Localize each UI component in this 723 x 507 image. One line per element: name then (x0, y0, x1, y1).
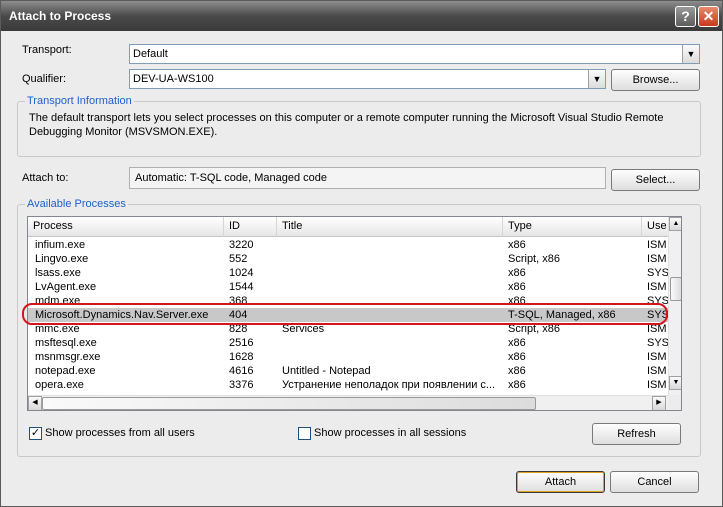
cell-title: Устранение неполадок при появлении с... (282, 379, 496, 391)
refresh-button[interactable]: Refresh (592, 423, 681, 445)
cancel-button[interactable]: Cancel (610, 471, 699, 493)
transport-label: Transport: (22, 44, 72, 56)
cell-process: LvAgent.exe (35, 281, 97, 293)
table-row[interactable]: LvAgent.exe 1544 x86 ISM (28, 280, 668, 294)
attach-to-field: Automatic: T-SQL code, Managed code (129, 167, 606, 189)
column-header-user[interactable]: Use (642, 217, 668, 237)
cell-process: msnmsgr.exe (35, 351, 101, 363)
cell-id: 552 (229, 253, 248, 265)
table-row[interactable]: lsass.exe 1024 x86 SYS (28, 266, 668, 280)
cell-process: Lingvo.exe (35, 253, 89, 265)
transport-info-text: The default transport lets you select pr… (29, 112, 664, 138)
cell-type: x86 (508, 365, 526, 377)
attach-to-value: Automatic: T-SQL code, Managed code (135, 172, 328, 184)
list-header: Process ID Title Type Use (28, 217, 668, 237)
table-row[interactable]: msftesql.exe 2516 x86 SYS (28, 336, 668, 350)
scroll-left-icon[interactable]: ◀ (28, 396, 42, 410)
cell-process: opera.exe (35, 379, 84, 391)
table-row[interactable]: opera.exe 3376 Устранение неполадок при по… (28, 378, 668, 392)
cell-id: 1024 (229, 267, 254, 279)
chevron-down-icon[interactable]: ▼ (588, 70, 605, 88)
cell-id: 4616 (229, 365, 254, 377)
cell-type: x86 (508, 239, 526, 251)
cell-user: SYS (647, 267, 668, 279)
vertical-scrollbar[interactable]: ▲ ▼ (668, 217, 681, 395)
attach-to-process-dialog: Attach to Process ? ✕ Transport: Default… (0, 0, 723, 507)
cell-id: 1628 (229, 351, 254, 363)
attach-to-label: Attach to: (22, 172, 69, 184)
available-processes-title: Available Processes (25, 198, 128, 210)
scroll-down-icon[interactable]: ▼ (669, 376, 681, 390)
horizontal-scroll-thumb[interactable] (42, 397, 536, 410)
scroll-up-icon[interactable]: ▲ (669, 217, 681, 231)
cell-type: x86 (508, 379, 526, 391)
table-row[interactable]: infium.exe 3220 x86 ISM (28, 238, 668, 252)
scroll-right-icon[interactable]: ▶ (652, 396, 666, 410)
table-row[interactable]: notepad.exe 4616 Untitled - Notepad x86 ISM (28, 364, 668, 378)
scrollbar-corner (668, 395, 681, 410)
cell-id: 1544 (229, 281, 254, 293)
transport-info-title: Transport Information (25, 95, 134, 107)
cell-type: x86 (508, 267, 526, 279)
vertical-scroll-thumb[interactable] (670, 277, 681, 301)
cell-type: x86 (508, 351, 526, 363)
show-all-sessions-checkbox[interactable] (298, 427, 311, 440)
qualifier-value: DEV-UA-WS100 (133, 73, 214, 85)
qualifier-label: Qualifier: (22, 73, 67, 85)
column-header-type[interactable]: Type (503, 217, 642, 237)
column-header-process[interactable]: Process (28, 217, 224, 237)
cell-type: Script, x86 (508, 253, 560, 265)
column-header-title[interactable]: Title (277, 217, 503, 237)
cell-process: lsass.exe (35, 267, 81, 279)
close-button[interactable]: ✕ (698, 6, 719, 27)
cell-process: msftesql.exe (35, 337, 97, 349)
attach-button[interactable]: Attach (516, 471, 605, 493)
transport-dropdown[interactable]: Default ▼ (129, 44, 700, 64)
cell-user: ISM (647, 379, 667, 391)
show-all-users-checkbox[interactable]: ✓ (29, 427, 42, 440)
horizontal-scrollbar[interactable]: ◀ ▶ (28, 395, 668, 410)
cell-user: ISM (647, 351, 667, 363)
cell-user: ISM (647, 253, 667, 265)
dialog-title: Attach to Process (9, 9, 112, 23)
transport-value: Default (133, 48, 168, 60)
cell-title: Untitled - Notepad (282, 365, 371, 377)
cell-id: 3220 (229, 239, 254, 251)
selected-process-highlight (22, 303, 668, 325)
cell-type: x86 (508, 281, 526, 293)
cell-type: x86 (508, 337, 526, 349)
qualifier-dropdown[interactable]: DEV-UA-WS100 ▼ (129, 69, 606, 89)
cell-user: ISM (647, 239, 667, 251)
help-button[interactable]: ? (675, 6, 696, 27)
cell-id: 2516 (229, 337, 254, 349)
table-row[interactable]: Lingvo.exe 552 Script, x86 ISM (28, 252, 668, 266)
cell-user: ISM (647, 365, 667, 377)
column-header-id[interactable]: ID (224, 217, 277, 237)
show-all-users-label: Show processes from all users (45, 427, 195, 439)
cell-id: 3376 (229, 379, 254, 391)
cell-user: SYS (647, 337, 668, 349)
cell-user: ISM (647, 281, 667, 293)
table-row[interactable]: msnmsgr.exe 1628 x86 ISM (28, 350, 668, 364)
title-bar: Attach to Process ? ✕ (1, 1, 722, 31)
chevron-down-icon[interactable]: ▼ (682, 45, 699, 63)
browse-button[interactable]: Browse... (611, 69, 700, 91)
select-button[interactable]: Select... (611, 169, 700, 191)
show-all-sessions-label: Show processes in all sessions (314, 427, 467, 439)
cell-process: notepad.exe (35, 365, 96, 377)
cell-process: infium.exe (35, 239, 86, 251)
